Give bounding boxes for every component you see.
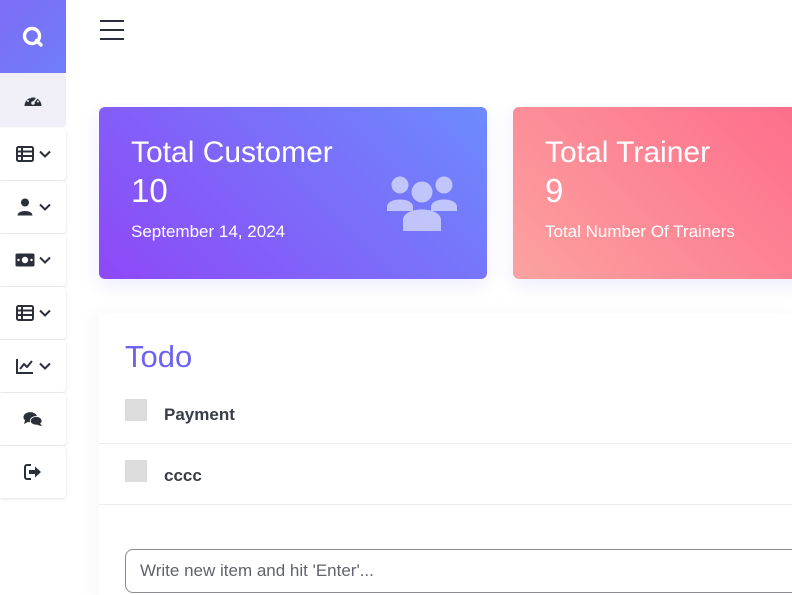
user-icon (15, 197, 35, 217)
chevron-down-icon (39, 254, 51, 266)
table-icon (15, 144, 35, 164)
todo-item[interactable]: cccc (99, 444, 792, 505)
logout-icon (23, 462, 43, 482)
menu-toggle-button[interactable] (98, 18, 126, 42)
chart-line-icon (15, 356, 35, 376)
card-subtitle: Total Number Of Trainers (545, 222, 735, 241)
todo-item-label: Payment (164, 405, 235, 424)
table-icon (15, 303, 35, 323)
comments-icon (23, 409, 43, 429)
todo-title: Todo (125, 339, 193, 374)
todo-item-label: cccc (164, 466, 202, 485)
sidebar-item-chat[interactable] (0, 393, 66, 445)
card-value: 9 (545, 172, 564, 209)
sidebar (0, 0, 66, 595)
todo-panel: Todo Payment cccc (99, 313, 792, 595)
chevron-down-icon (39, 360, 51, 372)
search-logo-icon (22, 26, 43, 47)
money-icon (15, 250, 35, 270)
card-title: Total Trainer (545, 136, 711, 169)
total-trainer-card: Total Trainer 9 Total Number Of Trainers (513, 107, 792, 279)
sidebar-item-dashboard[interactable] (0, 73, 66, 127)
sidebar-item-records[interactable] (0, 287, 66, 339)
brand-logo[interactable] (0, 0, 66, 73)
sidebar-item-payments[interactable] (0, 234, 66, 286)
chevron-down-icon (39, 148, 51, 160)
total-customer-card: Total Customer 10 September 14, 2024 (99, 107, 487, 279)
sidebar-item-users[interactable] (0, 181, 66, 233)
app-root: Total Customer 10 September 14, 2024 Tot… (0, 0, 792, 595)
users-icon (387, 176, 457, 231)
card-title: Total Customer (131, 136, 333, 169)
dashboard-icon (23, 90, 43, 110)
sidebar-item-tables[interactable] (0, 128, 66, 180)
chevron-down-icon (39, 307, 51, 319)
hamburger-icon (100, 20, 124, 40)
new-todo-input[interactable] (125, 549, 792, 593)
chevron-down-icon (39, 201, 51, 213)
todo-item[interactable]: Payment (99, 383, 792, 444)
todo-checkbox[interactable] (125, 399, 147, 421)
sidebar-item-logout[interactable] (0, 446, 66, 498)
sidebar-item-reports[interactable] (0, 340, 66, 392)
todo-checkbox[interactable] (125, 460, 147, 482)
